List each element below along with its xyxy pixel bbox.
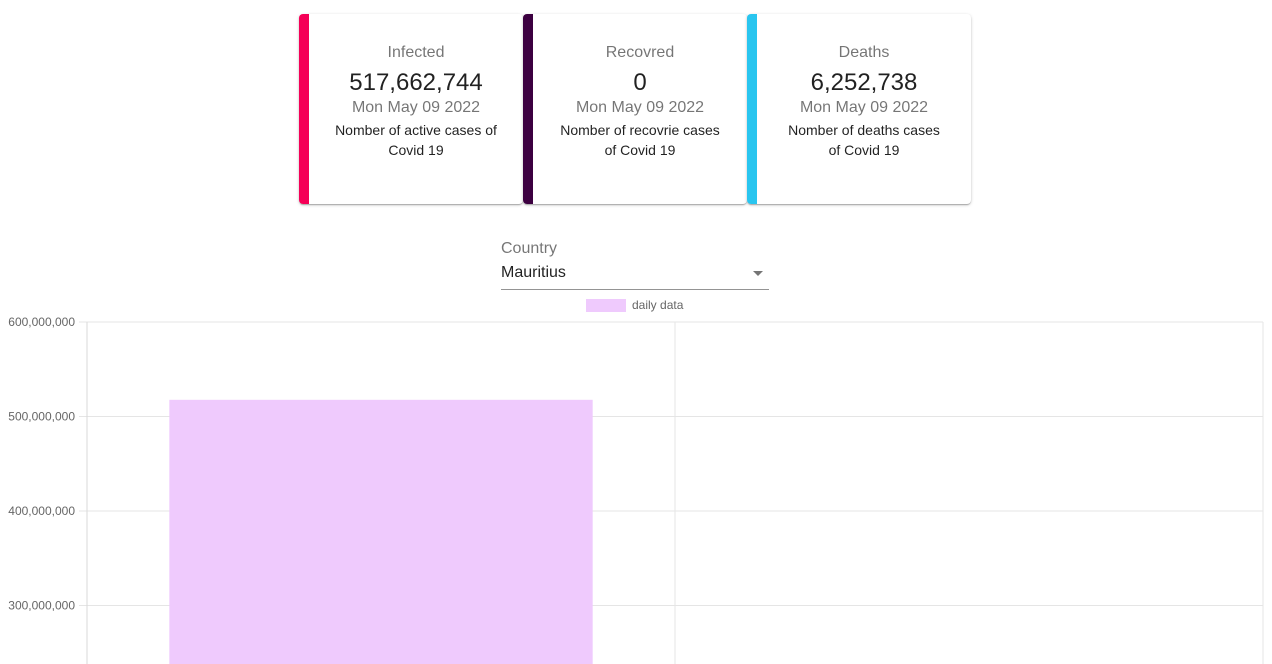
daily-data-chart: daily data 300,000,000 400,000,000 500,000,… xyxy=(8,298,1264,664)
y-tick-label: 400,000,000 xyxy=(8,504,75,518)
bar xyxy=(169,399,593,664)
country-select-value: Mauritius xyxy=(501,264,566,281)
dropdown-arrow-icon[interactable] xyxy=(753,271,763,276)
recovered-accent-bar xyxy=(523,14,533,204)
deaths-date: Mon May 09 2022 xyxy=(799,99,929,116)
deaths-description: Nomber of deaths cases of Covid 19 xyxy=(788,122,940,158)
legend-swatch xyxy=(586,299,626,312)
infected-title: Infected xyxy=(387,44,445,61)
deaths-card: Deaths 6,252,738 Mon May 09 2022 Nomber … xyxy=(747,14,971,204)
infected-accent-bar xyxy=(299,14,309,204)
y-tick-label: 300,000,000 xyxy=(8,599,75,613)
legend-label: daily data xyxy=(632,298,684,312)
y-tick-label: 500,000,000 xyxy=(8,410,75,424)
recovered-date: Mon May 09 2022 xyxy=(575,99,705,116)
deaths-title: Deaths xyxy=(838,44,890,61)
country-label: Country xyxy=(501,240,558,257)
country-selector: Country Mauritius xyxy=(501,240,769,290)
infected-card: Infected 517,662,744 Mon May 09 2022 Nom… xyxy=(299,14,523,204)
deaths-value: 6,252,738 xyxy=(810,69,918,96)
recovered-value: 0 xyxy=(633,69,647,96)
recovered-card: Recovred 0 Mon May 09 2022 Nomber of rec… xyxy=(523,14,747,204)
recovered-description: Nomber of recovrie cases of Covid 19 xyxy=(560,122,720,158)
country-select[interactable]: Mauritius xyxy=(501,262,769,290)
infected-value: 517,662,744 xyxy=(349,69,483,96)
recovered-title: Recovred xyxy=(605,44,675,61)
y-tick-label: 600,000,000 xyxy=(8,315,75,329)
stat-cards: Infected 517,662,744 Mon May 09 2022 Nom… xyxy=(299,14,971,204)
deaths-accent-bar xyxy=(747,14,757,204)
infected-description: Nomber of active cases of Covid 19 xyxy=(335,122,497,158)
infected-date: Mon May 09 2022 xyxy=(351,99,481,116)
